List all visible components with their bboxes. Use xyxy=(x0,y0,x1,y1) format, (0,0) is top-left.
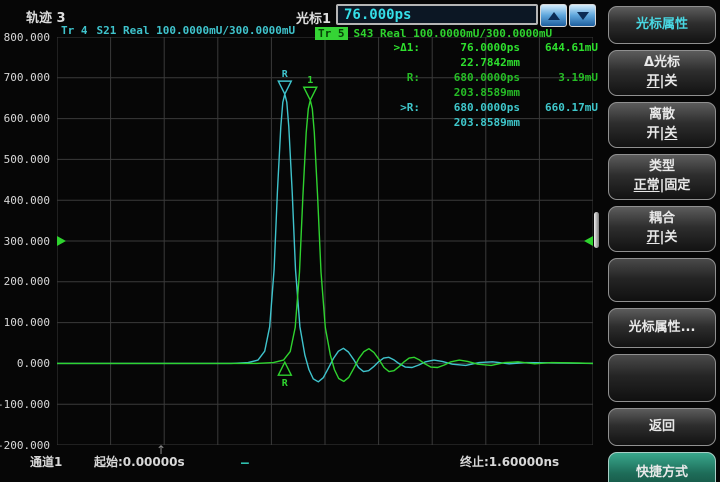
softkey-label-line: 快捷方式 xyxy=(635,464,688,480)
readout-time-value: 680.0000ps xyxy=(453,101,520,114)
readout-time-value: 680.0000ps xyxy=(453,71,520,84)
trace-chip[interactable]: Tr 5 xyxy=(315,27,348,40)
readout-amplitude-value: 660.17mU xyxy=(545,101,598,114)
y-tick-label: 200.000 xyxy=(3,275,50,289)
marker-1-active-label: 1 xyxy=(307,75,313,86)
readout-marker-label: R: xyxy=(406,71,420,84)
y-tick-label: 300.000 xyxy=(3,234,50,248)
back-button[interactable]: 返回 xyxy=(608,408,716,446)
readout-row: 203.8589mm xyxy=(376,85,598,100)
readout-row: R: 680.0000ps 3.19mU xyxy=(376,70,598,85)
legend-trace-tr-4[interactable]: Tr 4 S21 Real 100.0000mU/300.0000mU xyxy=(58,24,295,37)
readout-row: 203.8589mm xyxy=(376,115,598,130)
readout-time-value: 203.8589mm xyxy=(453,86,520,99)
readout-amplitude-value: 3.19mU xyxy=(558,71,598,84)
sweep-start-label: 起始:0.00000s xyxy=(94,455,185,469)
y-tick-label: 700.000 xyxy=(3,71,50,85)
menu-scroll-indicator[interactable] xyxy=(594,212,599,248)
softkey-label-line: 类型 xyxy=(648,159,675,175)
vna-screen: 轨迹 3 光标1 800.000700.000600.000500.000400… xyxy=(0,0,720,482)
coupling-toggle[interactable]: 耦合开|关 xyxy=(608,206,716,252)
trace-format-label: S43 Real 100.0000mU/300.0000mU xyxy=(353,27,553,40)
stimulus-arrow-icon: ↑ xyxy=(156,443,167,457)
y-tick-label: 500.000 xyxy=(3,152,50,166)
discrete-toggle[interactable]: 离散开|关 xyxy=(608,102,716,148)
readout-marker-label xyxy=(376,55,420,70)
y-tick-label: 800.000 xyxy=(3,30,50,44)
readout-time-value: 22.7842mm xyxy=(460,56,520,69)
y-tick-label: 100.000 xyxy=(3,316,50,330)
marker-R-tr4-icon[interactable] xyxy=(277,80,293,96)
blank-button-1[interactable] xyxy=(608,258,716,302)
y-tick-label: -200.000 xyxy=(0,438,50,452)
readout-marker-label xyxy=(376,115,420,130)
marker-1-active-icon[interactable] xyxy=(302,86,318,102)
softkey-label-line: 耦合 xyxy=(648,211,675,227)
marker-R-tr5-icon[interactable] xyxy=(277,360,293,376)
softkey-label-line: 开|关 xyxy=(646,74,678,89)
readout-marker-label xyxy=(376,85,420,100)
marker-position-tick: — xyxy=(241,456,249,471)
blank-button-2[interactable] xyxy=(608,354,716,402)
readout-amplitude-value: 644.61mU xyxy=(545,41,598,54)
softkey-menu: 光标属性 Δ光标 开|关 离散 开|关 类型 正常|固定 耦合 开|关 光标属性... 返回 快捷方式 xyxy=(602,0,720,482)
y-tick-label: 600.000 xyxy=(3,112,50,126)
marker-R-tr4-label: R xyxy=(282,69,289,80)
marker-attributes-title[interactable]: 光标属性 xyxy=(608,6,716,44)
softkey-label-line: Δ光标 xyxy=(643,55,681,71)
y-tick-label: -100.000 xyxy=(0,397,50,411)
softkey-label-line: 正常|固定 xyxy=(633,178,691,193)
readout-time-value: 76.0000ps xyxy=(460,41,520,54)
marker-readout: >Δ1: 76.0000ps 644.61mU 22.7842mm R: 680.0000… xyxy=(376,40,599,130)
readout-time-value: 203.8589mm xyxy=(453,116,520,129)
marker-step-down-button[interactable] xyxy=(569,4,596,27)
y-axis-labels: 800.000 700.000 600.000 500.000 400.000 300.0… xyxy=(0,30,52,460)
readout-row: 22.7842mm xyxy=(376,55,598,70)
delta-marker-toggle[interactable]: Δ光标开|关 xyxy=(608,50,716,96)
channel-label: 通道1 xyxy=(30,455,63,469)
y-tick-label: 0.000 xyxy=(16,356,50,370)
ref-level-arrow-right-icon xyxy=(584,236,593,246)
marker-entry-label: 光标1 xyxy=(296,12,332,27)
sweep-stop-label: 终止:1.60000ns xyxy=(460,455,560,469)
readout-marker-label: >Δ1: xyxy=(393,41,421,54)
marker-step-up-button[interactable] xyxy=(540,4,567,27)
readout-marker-label: >R: xyxy=(400,101,420,114)
softkey-label-line: 返回 xyxy=(648,418,675,434)
readout-row: >R: 680.0000ps 660.17mU xyxy=(376,100,598,115)
y-tick-label: 400.000 xyxy=(3,193,50,207)
marker-attributes-more[interactable]: 光标属性... xyxy=(608,308,716,348)
arrow-up-icon xyxy=(547,11,560,20)
trace-chip[interactable]: Tr 4 xyxy=(58,24,91,37)
trace-format-label: S21 Real 100.0000mU/300.0000mU xyxy=(96,24,296,37)
softkey-label-line: 光标属性... xyxy=(628,319,696,335)
readout-amplitude-value xyxy=(520,115,598,130)
softkey-label-line: 光标属性 xyxy=(635,16,688,32)
softkey-label-line: 离散 xyxy=(648,107,675,123)
marker-position-input[interactable] xyxy=(336,4,538,25)
ref-level-arrow-left-icon xyxy=(57,236,66,246)
legend-trace-tr-5[interactable]: Tr 5 S43 Real 100.0000mU/300.0000mU xyxy=(315,27,552,40)
softkey-label-line: 开|关 xyxy=(646,126,678,141)
marker-R-tr5-label: R xyxy=(282,378,289,389)
readout-amplitude-value xyxy=(520,85,598,100)
shortcut-button[interactable]: 快捷方式 xyxy=(608,452,716,482)
type-toggle[interactable]: 类型正常|固定 xyxy=(608,154,716,200)
softkey-label-line: 开|关 xyxy=(646,230,678,245)
arrow-down-icon xyxy=(576,11,589,20)
readout-amplitude-value xyxy=(520,55,598,70)
readout-row: >Δ1: 76.0000ps 644.61mU xyxy=(376,40,599,55)
